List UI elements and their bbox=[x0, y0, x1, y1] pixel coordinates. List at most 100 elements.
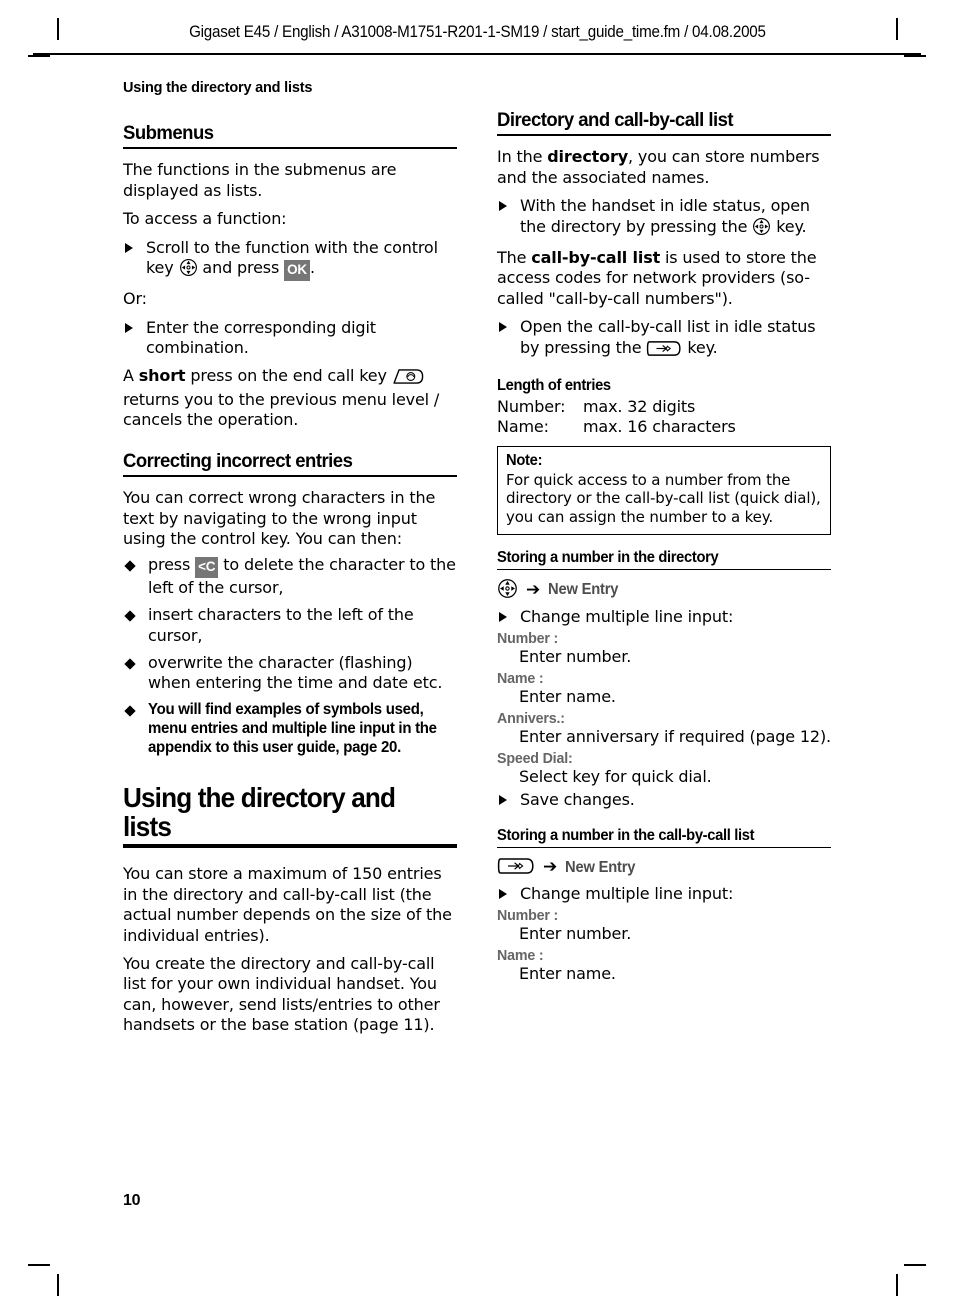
control-key-icon bbox=[179, 258, 198, 282]
directory-step-open-cbc: Open the call-by-call list in idle statu… bbox=[497, 317, 831, 362]
submenus-step-digits: Enter the corresponding digit combinatio… bbox=[123, 318, 457, 359]
page-number: 10 bbox=[123, 1192, 141, 1209]
directory-p1-a: In the bbox=[497, 147, 548, 167]
heading-length-of-entries: Length of entries bbox=[497, 376, 611, 394]
rule-under-storing-cbc bbox=[497, 846, 831, 848]
submenus-p3-c: returns you to the previous menu level /… bbox=[123, 389, 440, 430]
end-call-key-icon bbox=[392, 368, 424, 390]
field-label-name: Name : bbox=[497, 670, 544, 688]
page-running-header: Gigaset E45 / English / A31008-M1751-R20… bbox=[0, 22, 954, 42]
menu-path-storing-cbc: ➔ New Entry bbox=[497, 856, 831, 880]
submenus-p3-bold: short bbox=[138, 365, 186, 385]
heading-storing-number-in-call-by-call-list: Storing a number in the call-by-call lis… bbox=[497, 826, 755, 844]
storing-directory-step-save-text: Save changes. bbox=[520, 790, 635, 810]
storing-directory-step-save: Save changes. bbox=[497, 790, 831, 810]
heading-storing-number-in-directory: Storing a number in the directory bbox=[497, 548, 719, 566]
triangle-bullet-icon bbox=[125, 322, 133, 333]
submenus-paragraph-2: To access a function: bbox=[123, 209, 287, 229]
left-column: Using the directory and lists Submenus T… bbox=[123, 80, 457, 1044]
ok-softkey-badge[interactable]: OK bbox=[284, 260, 310, 281]
correcting-bullet-insert: insert characters to the left of the cur… bbox=[123, 605, 457, 646]
crop-mark-bottom-right-horizontal bbox=[904, 1264, 926, 1266]
field-label-speed-dial: Speed Dial: bbox=[497, 750, 573, 768]
field-value-speed-dial: Select key for quick dial. bbox=[519, 767, 712, 787]
storing-directory-step-change: Change multiple line input: bbox=[497, 607, 831, 627]
length-row-name-label: Name: bbox=[497, 417, 549, 437]
table-row: Name: max. 16 characters bbox=[497, 417, 831, 437]
diamond-bullet-icon bbox=[124, 658, 136, 670]
using-directory-paragraph-1: You can store a maximum of 150 entries i… bbox=[123, 864, 452, 945]
page-header-text: Gigaset E45 / English / A31008-M1751-R20… bbox=[188, 23, 766, 41]
menu-item-new-entry[interactable]: New Entry bbox=[565, 859, 635, 877]
rule-under-submenus bbox=[123, 147, 457, 150]
arrow-right-icon: ➔ bbox=[526, 579, 541, 600]
submenus-paragraph-3: A short press on the end call key return… bbox=[123, 366, 457, 431]
field-label-name: Name : bbox=[497, 947, 544, 964]
field-value-name: Enter name. bbox=[519, 964, 616, 983]
menu-item-new-entry[interactable]: New Entry bbox=[548, 581, 618, 599]
heading-using-directory-and-lists: Using the directory and lists bbox=[123, 781, 396, 842]
submenus-step-scroll: Scroll to the function with the control … bbox=[123, 238, 457, 283]
correcting-bullet-insert-text: insert characters to the left of the cur… bbox=[148, 605, 414, 645]
menu-path-storing-directory: ➔ New Entry bbox=[497, 578, 831, 603]
call-by-call-key-icon[interactable] bbox=[497, 857, 535, 879]
triangle-bullet-icon bbox=[499, 322, 507, 333]
submenus-p3-b: press on the end call key bbox=[185, 365, 392, 385]
crop-mark-bottom-left-vertical bbox=[57, 1274, 59, 1296]
storing-cbc-step-change-text: Change multiple line input: bbox=[520, 883, 734, 903]
heading-directory-and-call-by-call-list: Directory and call-by-call list bbox=[497, 109, 734, 131]
note-title: Note: bbox=[506, 451, 543, 469]
storing-directory-step-change-text: Change multiple line input: bbox=[520, 606, 734, 626]
correcting-bullet-overwrite-text: overwrite the character (flashing) when … bbox=[148, 653, 443, 693]
correcting-bullet-appendix-text: You will find examples of symbols used, … bbox=[148, 700, 437, 756]
diamond-bullet-icon bbox=[124, 705, 136, 717]
control-key-icon[interactable] bbox=[497, 578, 518, 603]
triangle-bullet-icon bbox=[499, 201, 507, 212]
field-label-anniversary: Annivers.: bbox=[497, 710, 565, 728]
submenus-or-label: Or: bbox=[123, 289, 147, 309]
correcting-bullet-overwrite: overwrite the character (flashing) when … bbox=[123, 653, 457, 694]
triangle-bullet-icon bbox=[125, 242, 133, 253]
submenus-paragraph-1: The functions in the submenus are displa… bbox=[123, 160, 397, 200]
note-box: Note: For quick access to a number from … bbox=[497, 445, 831, 535]
directory-p1-bold: directory bbox=[547, 147, 629, 167]
submenus-p3-a: A bbox=[123, 365, 139, 385]
triangle-bullet-icon bbox=[499, 795, 507, 806]
crop-mark-top-left-horizontal bbox=[28, 55, 50, 57]
rule-under-storing-directory bbox=[497, 568, 831, 570]
submenus-step-scroll-text-b: and press bbox=[197, 258, 285, 277]
control-key-icon bbox=[752, 217, 771, 241]
heading-submenus: Submenus bbox=[123, 122, 214, 144]
field-value-number: Enter number. bbox=[519, 924, 632, 943]
directory-p2-a: The bbox=[497, 248, 532, 267]
call-by-call-key-icon bbox=[646, 340, 682, 362]
header-rule bbox=[33, 53, 921, 55]
correcting-paragraph-1: You can correct wrong characters in the … bbox=[123, 488, 436, 548]
directory-step-open-text-b: key. bbox=[771, 216, 807, 236]
field-value-anniversary: Enter anniversary if required (page 12). bbox=[519, 727, 831, 747]
directory-step-cbc-text-b: key. bbox=[682, 337, 718, 357]
field-value-number: Enter number. bbox=[519, 647, 632, 667]
crop-mark-bottom-right-vertical bbox=[896, 1274, 898, 1296]
table-row: Number: max. 32 digits bbox=[497, 397, 831, 417]
rule-under-chapter bbox=[123, 844, 457, 849]
directory-p2-bold: call-by-call list bbox=[531, 248, 661, 267]
note-body: For quick access to a number from the di… bbox=[506, 470, 821, 527]
rule-under-directory-list bbox=[497, 134, 831, 137]
field-label-number: Number : bbox=[497, 630, 559, 648]
delete-softkey-badge[interactable]: <C bbox=[195, 557, 219, 578]
directory-paragraph-1: In the directory, you can store numbers … bbox=[497, 147, 831, 188]
submenus-step-scroll-text-c: . bbox=[309, 258, 315, 277]
length-of-entries-table: Number: max. 32 digits Name: max. 16 cha… bbox=[497, 397, 831, 438]
length-row-name-value: max. 16 characters bbox=[583, 417, 736, 437]
right-column: Directory and call-by-call list In the d… bbox=[497, 80, 831, 986]
storing-cbc-step-change: Change multiple line input: bbox=[497, 884, 831, 904]
correcting-bullet-appendix: You will find examples of symbols used, … bbox=[123, 701, 457, 758]
field-value-name: Enter name. bbox=[519, 687, 616, 707]
rule-under-correcting bbox=[123, 475, 457, 478]
crop-mark-bottom-left-horizontal bbox=[28, 1264, 50, 1266]
heading-correcting-incorrect-entries: Correcting incorrect entries bbox=[123, 449, 353, 472]
correcting-bullet-delete-pre: press bbox=[148, 555, 196, 575]
directory-step-open: With the handset in idle status, open th… bbox=[497, 196, 831, 241]
directory-paragraph-2: The call-by-call list is used to store t… bbox=[497, 248, 831, 309]
